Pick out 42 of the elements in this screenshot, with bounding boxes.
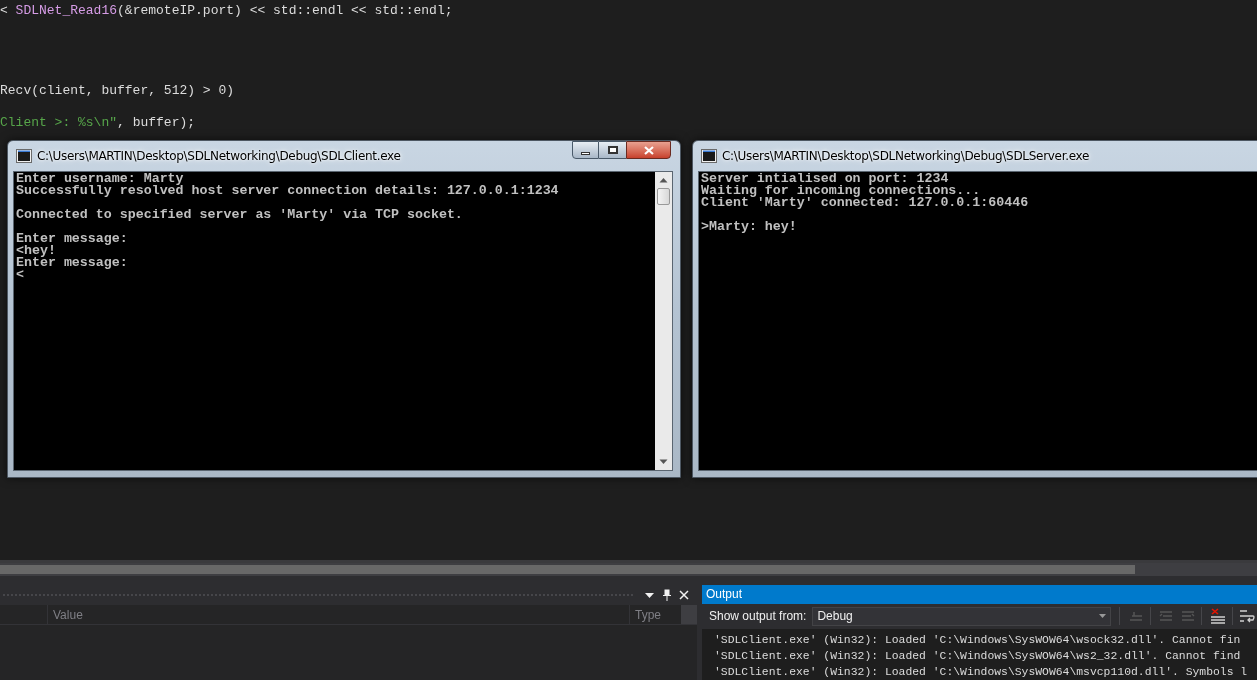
- output-line: 'SDLClient.exe' (Win32): Loaded 'C:\Windows\SysWOW64\ws2_32.dll'. Cannot find: [714, 649, 1242, 664]
- pin-icon[interactable]: [663, 589, 671, 601]
- source-label: Show output from:: [709, 608, 807, 626]
- console-line: <: [16, 269, 25, 281]
- scroll-thumb[interactable]: [657, 188, 670, 205]
- panel-title: Output: [706, 586, 743, 604]
- console-line: Enter username: Marty: [16, 173, 185, 185]
- scrollbar[interactable]: [681, 605, 697, 624]
- window-title: C:\Users\MARTIN\Desktop\SDLNetworking\Debug\SDLServer.exe: [722, 148, 1090, 164]
- scrollbar[interactable]: [655, 172, 672, 470]
- scroll-up-icon: [659, 177, 668, 183]
- horizontal-scrollbar[interactable]: [0, 563, 1257, 576]
- minimize-button[interactable]: [572, 141, 599, 159]
- word-wrap-icon[interactable]: [1239, 608, 1256, 625]
- console-line: <hey!: [16, 245, 57, 257]
- clear-all-icon[interactable]: [1210, 608, 1227, 625]
- column-header[interactable]: Value: [53, 605, 629, 624]
- maximize-button[interactable]: [599, 141, 626, 159]
- console-line: Client 'Marty' connected: 127.0.0.1:60446: [701, 197, 1030, 209]
- code-line: Recv(client, buffer, 512) > 0): [0, 83, 236, 99]
- console-window-icon: [701, 149, 717, 163]
- dropdown-icon[interactable]: [645, 592, 654, 598]
- output-line: 'SDLClient.exe' (Win32): Loaded 'C:\Windows\SysWOW64\wsock32.dll'. Cannot fin: [714, 633, 1242, 648]
- dropdown-icon: [1099, 614, 1107, 619]
- console-line: Server intialised on port: 1234: [701, 173, 949, 185]
- scroll-down-icon: [659, 459, 668, 465]
- console-line: >Marty: hey!: [701, 221, 798, 233]
- code-line: Client >: %s\n", buffer);: [0, 115, 197, 131]
- console-line: Enter message:: [16, 233, 129, 245]
- console-line: Successfully resolved host server connection details: 127.0.0.1:1234: [16, 185, 560, 197]
- output-line: 'SDLClient.exe' (Win32): Loaded 'C:\Windows\SysWOW64\msvcp110d.dll'. Symbols l: [714, 665, 1249, 680]
- console-line: Waiting for incoming connections...: [701, 185, 981, 197]
- window-title: C:\Users\MARTIN\Desktop\SDLNetworking\Debug\SDLClient.exe: [37, 148, 401, 164]
- close-icon: [643, 145, 654, 155]
- close-button[interactable]: [626, 141, 671, 159]
- close-icon[interactable]: [679, 590, 689, 600]
- console-line: Enter message:: [16, 257, 129, 269]
- source-dropdown[interactable]: Debug: [812, 606, 1112, 626]
- console-line: Connected to specified server as 'Marty' via TCP socket.: [16, 209, 464, 221]
- code-line: < SDLNet_Read16(&remoteIP.port) << std::endl << std::endl;: [0, 3, 454, 19]
- console-window-icon: [16, 149, 32, 163]
- scroll-thumb[interactable]: [0, 565, 1135, 574]
